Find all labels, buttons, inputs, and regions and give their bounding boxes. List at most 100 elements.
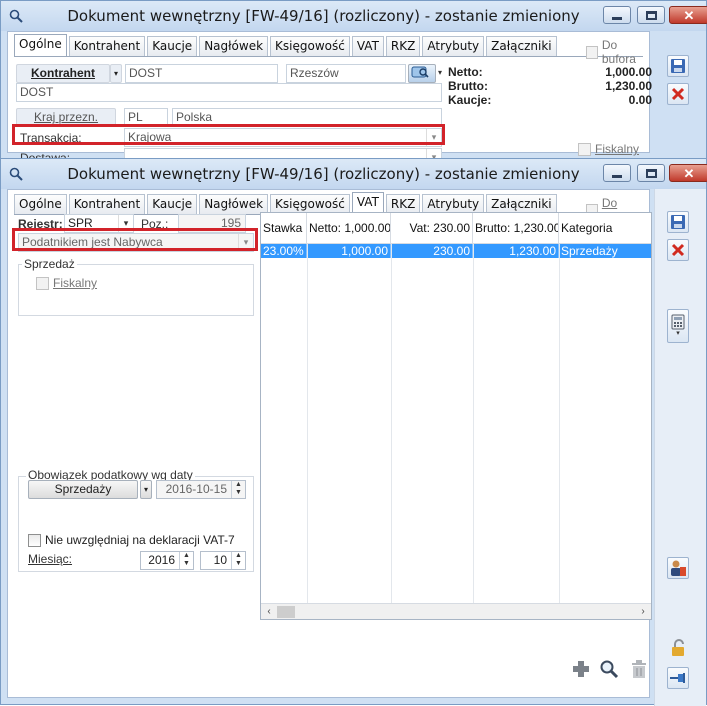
checkbox-box bbox=[578, 142, 591, 156]
column-divider bbox=[307, 244, 308, 603]
add-icon bbox=[573, 661, 589, 677]
delete-button[interactable] bbox=[667, 239, 689, 261]
pin-button[interactable] bbox=[667, 667, 689, 689]
search-dropdown-icon[interactable]: ▾ bbox=[438, 65, 442, 81]
chevron-down-icon: ▾ bbox=[676, 330, 680, 337]
column-vat[interactable]: Vat: 230.00 bbox=[391, 213, 473, 244]
transakcja-select[interactable]: Krajowa ▾ bbox=[124, 128, 442, 147]
delete-icon bbox=[671, 87, 685, 101]
lock-button[interactable] bbox=[667, 637, 689, 659]
kontrahent-search-button[interactable] bbox=[408, 64, 436, 83]
close-button[interactable]: ✕ bbox=[669, 164, 707, 182]
spinner-arrows[interactable]: ▲ ▼ bbox=[231, 481, 245, 498]
obowiazek-sprzedazy-button[interactable]: Sprzedaży bbox=[28, 480, 138, 499]
column-stawka[interactable]: Stawka bbox=[261, 213, 307, 244]
rejestr-label: Rejestr: bbox=[18, 217, 63, 231]
close-button[interactable]: ✕ bbox=[669, 6, 707, 24]
save-button[interactable] bbox=[667, 211, 689, 233]
obowiazek-date-field[interactable]: 2016-10-15 ▲ ▼ bbox=[156, 480, 246, 499]
miesiac-year-field[interactable]: 2016 ▲ ▼ bbox=[140, 551, 194, 570]
spinner-arrows[interactable]: ▲ ▼ bbox=[231, 552, 245, 569]
scroll-thumb[interactable] bbox=[277, 606, 295, 618]
tab-rkz[interactable]: RKZ bbox=[385, 36, 421, 56]
kontrahent-dropdown-button[interactable]: ▾ bbox=[110, 64, 122, 83]
tab-divider bbox=[14, 56, 643, 57]
save-button[interactable] bbox=[667, 55, 689, 77]
fiskalny-checkbox[interactable]: Fiskalny bbox=[578, 142, 639, 156]
tab-vat[interactable]: VAT bbox=[351, 192, 384, 214]
do-bufora-checkbox[interactable]: Do bufora bbox=[586, 38, 649, 66]
calculator-icon bbox=[671, 314, 685, 330]
tab-zalaczniki[interactable]: Załączniki bbox=[486, 194, 557, 214]
cell-vat: 230.00 bbox=[391, 244, 473, 258]
minimize-icon bbox=[612, 174, 622, 178]
kontrahent-button[interactable]: Kontrahent bbox=[16, 64, 110, 83]
vat-table: Stawka Netto: 1,000.00 Vat: 230.00 Brutt… bbox=[260, 212, 652, 620]
fiskalny-label: Fiskalny bbox=[595, 142, 640, 156]
rejestr-select[interactable]: SPR ▾ bbox=[64, 214, 134, 233]
vat7-checkbox[interactable]: Nie uwzględniaj na deklaracji VAT-7 bbox=[28, 533, 235, 547]
rejestr-value: SPR bbox=[68, 216, 93, 230]
tab-zalaczniki[interactable]: Załączniki bbox=[486, 36, 557, 56]
close-icon: ✕ bbox=[683, 7, 695, 23]
tab-atrybuty[interactable]: Atrybuty bbox=[422, 36, 485, 56]
poz-field[interactable]: 195 bbox=[178, 214, 246, 233]
tab-atrybuty[interactable]: Atrybuty bbox=[422, 194, 485, 214]
scroll-left-icon[interactable]: ‹ bbox=[261, 604, 277, 620]
calculator-button[interactable]: ▾ bbox=[667, 309, 689, 343]
column-kategoria[interactable]: Kategoria bbox=[559, 213, 651, 244]
tab-kontrahent[interactable]: Kontrahent bbox=[68, 194, 146, 214]
tab-ogolne[interactable]: Ogólne bbox=[14, 34, 67, 56]
tab-kaucje[interactable]: Kaucje bbox=[147, 194, 198, 214]
column-brutto[interactable]: Brutto: 1,230.00 bbox=[473, 213, 559, 244]
tab-naglowek[interactable]: Nagłówek bbox=[199, 36, 269, 56]
lock-icon bbox=[672, 639, 684, 656]
search-button[interactable] bbox=[598, 658, 620, 680]
trash-button[interactable] bbox=[628, 658, 650, 680]
tab-ogolne[interactable]: Ogólne bbox=[14, 194, 67, 214]
sprzedaz-group-title: Sprzedaż bbox=[22, 257, 77, 271]
checkbox-box bbox=[586, 45, 598, 59]
table-row[interactable]: 23.00% 1,000.00 230.00 1,230.00 Sprzedaż… bbox=[261, 244, 651, 258]
minimize-button[interactable] bbox=[603, 164, 631, 182]
tab-vat[interactable]: VAT bbox=[351, 36, 384, 56]
kontrahent-name-field[interactable]: DOST bbox=[16, 83, 442, 102]
vat-table-header: Stawka Netto: 1,000.00 Vat: 230.00 Brutt… bbox=[261, 213, 651, 244]
obowiazek-dropdown-button[interactable]: ▾ bbox=[140, 480, 152, 499]
delete-button[interactable] bbox=[667, 83, 689, 105]
tab-kontrahent[interactable]: Kontrahent bbox=[68, 36, 146, 56]
miesiac-month-field[interactable]: 10 ▲ ▼ bbox=[200, 551, 246, 570]
tab-kaucje[interactable]: Kaucje bbox=[147, 36, 198, 56]
card-search-icon bbox=[411, 66, 429, 78]
person-button[interactable] bbox=[667, 557, 689, 579]
column-netto[interactable]: Netto: 1,000.00 bbox=[307, 213, 391, 244]
checkbox-box bbox=[28, 533, 41, 547]
cell-netto: 1,000.00 bbox=[307, 244, 391, 258]
title-bar[interactable]: Dokument wewnętrzny [FW-49/16] (rozliczo… bbox=[1, 1, 707, 31]
podatnik-select[interactable]: Podatnikiem jest Nabywca ▾ bbox=[18, 233, 254, 252]
scroll-right-icon[interactable]: › bbox=[635, 604, 651, 620]
chevron-down-icon: ▾ bbox=[238, 234, 253, 251]
fiskalny-checkbox[interactable]: Fiskalny bbox=[36, 276, 97, 290]
add-button[interactable] bbox=[570, 658, 592, 680]
kontrahent-city-field[interactable]: Rzeszów bbox=[286, 64, 406, 83]
tab-rkz[interactable]: RKZ bbox=[385, 194, 421, 214]
minimize-button[interactable] bbox=[603, 6, 631, 24]
maximize-button[interactable] bbox=[637, 6, 665, 24]
tab-ksiegowosc[interactable]: Księgowość bbox=[270, 194, 350, 214]
tab-ksiegowosc[interactable]: Księgowość bbox=[270, 36, 350, 56]
miesiac-month-value: 10 bbox=[213, 553, 227, 567]
main-panel: Ogólne Kontrahent Kaucje Nagłówek Księgo… bbox=[7, 31, 652, 167]
kraj-code-field[interactable]: PL bbox=[124, 108, 168, 127]
kontrahent-code-field[interactable]: DOST bbox=[125, 64, 278, 83]
maximize-button[interactable] bbox=[637, 164, 665, 182]
right-toolbar bbox=[654, 189, 706, 706]
save-icon bbox=[671, 59, 685, 73]
horizontal-scrollbar[interactable]: ‹ › bbox=[261, 603, 651, 619]
window-title: Dokument wewnętrzny [FW-49/16] (rozliczo… bbox=[67, 165, 580, 183]
spinner-arrows[interactable]: ▲ ▼ bbox=[179, 552, 193, 569]
kraj-button[interactable]: Kraj przezn. bbox=[16, 108, 116, 127]
title-bar[interactable]: Dokument wewnętrzny [FW-49/16] (rozliczo… bbox=[1, 159, 707, 189]
kraj-name-field[interactable]: Polska bbox=[172, 108, 442, 127]
tab-naglowek[interactable]: Nagłówek bbox=[199, 194, 269, 214]
